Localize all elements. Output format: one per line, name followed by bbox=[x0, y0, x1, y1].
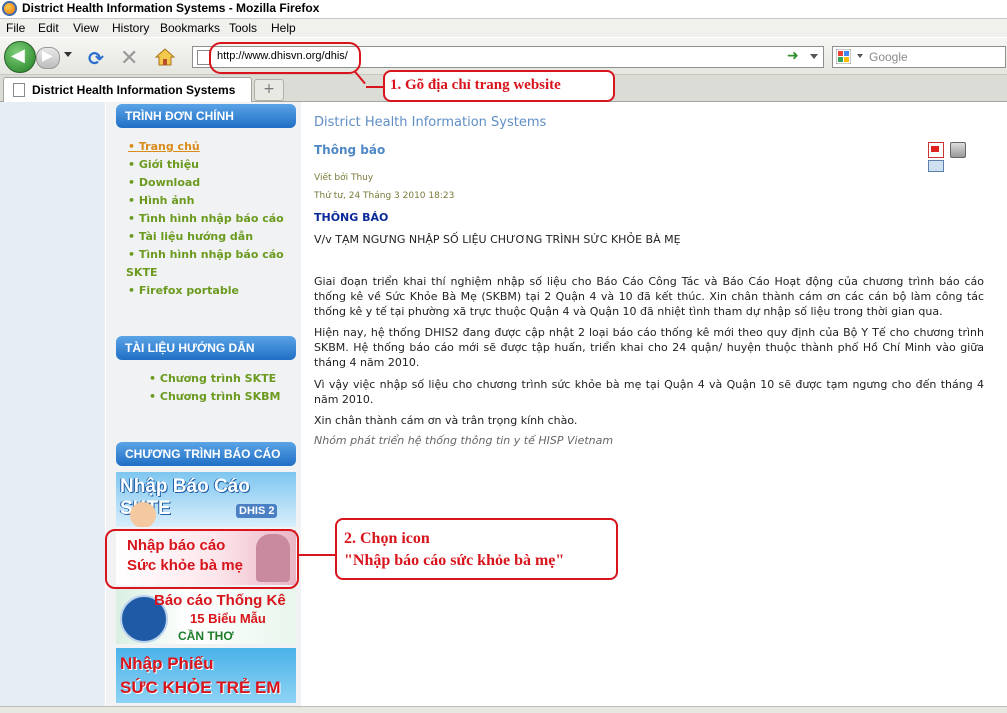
google-icon[interactable] bbox=[836, 49, 851, 64]
child-figure-icon bbox=[130, 502, 156, 527]
menu-item-report-status[interactable]: • Tình hình nhập báo cáo bbox=[128, 212, 284, 225]
forward-button[interactable]: ▶ bbox=[36, 47, 60, 69]
menu-view[interactable]: View bbox=[73, 21, 99, 35]
article-heading[interactable]: Thông báo bbox=[314, 143, 385, 157]
article-paragraph: Hiện nay, hệ thống DHIS2 đang được cập n… bbox=[314, 326, 984, 369]
menu-item-label[interactable]: Giới thiệu bbox=[139, 158, 199, 171]
url-dropdown-icon[interactable] bbox=[810, 54, 818, 59]
pdf-icon[interactable] bbox=[928, 142, 944, 158]
callout-connector bbox=[299, 554, 335, 556]
tab-title: District Health Information Systems bbox=[32, 83, 236, 97]
guide-item-skbm[interactable]: • Chương trình SKBM bbox=[149, 390, 280, 403]
menu-item-label[interactable]: Firefox portable bbox=[139, 284, 239, 297]
menu-bookmarks[interactable]: Bookmarks bbox=[160, 21, 220, 35]
menu-item-label[interactable]: Trang chủ bbox=[139, 140, 200, 153]
tab-dhis[interactable]: District Health Information Systems bbox=[3, 77, 252, 102]
main-menu-header: TRÌNH ĐƠN CHÍNH bbox=[116, 104, 296, 128]
menu-item-guides[interactable]: • Tài liệu hướng dẫn bbox=[128, 230, 253, 243]
menu-item-label[interactable]: Tài liệu hướng dẫn bbox=[139, 230, 253, 243]
menu-tools[interactable]: Tools bbox=[229, 21, 257, 35]
callout-step-1: 1. Gõ địa chỉ trang website bbox=[383, 70, 615, 102]
article-date: Thứ tư, 24 Tháng 3 2010 18:23 bbox=[314, 191, 455, 201]
menu-item-firefox-portable[interactable]: • Firefox portable bbox=[128, 284, 239, 297]
tab-page-icon bbox=[13, 83, 25, 97]
back-button[interactable]: ◀ bbox=[4, 41, 36, 73]
menu-item-label[interactable]: Tình hình nhập báo cáo bbox=[139, 248, 284, 261]
banner-child-health[interactable]: Nhập Phiếu SỨC KHỎE TRẺ EM bbox=[116, 648, 296, 703]
window-titlebar: District Health Information Systems - Mo… bbox=[0, 0, 1007, 19]
notice-subject: V/v TẠM NGƯNG NHẬP SỐ LIỆU CHƯƠNG TRÌNH … bbox=[314, 233, 681, 246]
menu-item-report-status-skte[interactable]: • Tình hình nhập báo cáo bbox=[128, 248, 284, 261]
banner-child-health-line2: SỨC KHỎE TRẺ EM bbox=[120, 678, 281, 697]
history-dropdown-icon[interactable] bbox=[64, 52, 72, 57]
programs-header: CHƯƠNG TRÌNH BÁO CÁO bbox=[116, 442, 296, 466]
window-title: District Health Information Systems - Mo… bbox=[22, 1, 320, 15]
guides-header: TÀI LIỆU HƯỚNG DẪN bbox=[116, 336, 296, 360]
menu-edit[interactable]: Edit bbox=[38, 21, 59, 35]
banner-skte[interactable]: Nhập Báo Cáo SKTE DHIS 2 bbox=[116, 472, 296, 527]
firefox-logo-icon bbox=[2, 1, 17, 16]
url-highlight-frame bbox=[209, 42, 361, 74]
menu-item-label[interactable]: Tình hình nhập báo cáo bbox=[139, 212, 284, 225]
back-arrow-icon: ◀ bbox=[11, 45, 25, 66]
banner-can-tho-line1: Báo cáo Thống Kê bbox=[154, 592, 286, 609]
article-paragraph: Xin chân thành cám ơn và trân trọng kính… bbox=[314, 414, 578, 427]
site-title: District Health Information Systems bbox=[314, 115, 547, 130]
menu-item-label[interactable]: Hình ảnh bbox=[139, 194, 195, 207]
menu-history[interactable]: History bbox=[112, 21, 149, 35]
guide-item-label[interactable]: Chương trình SKBM bbox=[160, 390, 281, 403]
forward-arrow-icon: ▶ bbox=[42, 48, 53, 64]
guide-item-skte[interactable]: • Chương trình SKTE bbox=[149, 372, 276, 385]
notice-title: THÔNG BÁO bbox=[314, 211, 389, 224]
banner-can-tho-line3: CẦN THƠ bbox=[178, 629, 234, 643]
page-viewport: TRÌNH ĐƠN CHÍNH • Trang chủ • Giới thiệu… bbox=[0, 102, 1007, 706]
banner-child-health-line1: Nhập Phiếu bbox=[120, 654, 214, 673]
article-paragraph: Giai đoạn triển khai thí nghiệm nhập số … bbox=[314, 275, 984, 318]
menu-file[interactable]: File bbox=[6, 21, 25, 35]
menu-item-home[interactable]: • Trang chủ bbox=[128, 140, 200, 153]
menu-bar: File Edit View History Bookmarks Tools H… bbox=[0, 19, 1007, 37]
menu-item-download[interactable]: • Download bbox=[128, 176, 200, 189]
callout-step-2-line1: 2. Chọn icon bbox=[344, 530, 430, 547]
article-paragraph: Vì vậy việc nhập số liệu cho chương trìn… bbox=[314, 378, 984, 406]
left-gutter bbox=[0, 102, 105, 706]
banner-can-tho[interactable]: Báo cáo Thống Kê 15 Biểu Mẫu CẦN THƠ bbox=[116, 589, 296, 644]
banner-highlight-frame bbox=[105, 529, 299, 589]
reload-icon[interactable]: ⟳ bbox=[88, 48, 104, 70]
article-signature: Nhóm phát triển hệ thống thông tin y tế … bbox=[314, 434, 614, 447]
print-icon[interactable] bbox=[950, 142, 966, 158]
search-engine-dropdown-icon[interactable] bbox=[857, 54, 863, 58]
menu-help[interactable]: Help bbox=[271, 21, 296, 35]
search-box[interactable]: Google bbox=[832, 46, 1006, 68]
email-icon[interactable] bbox=[928, 160, 944, 172]
search-placeholder[interactable]: Google bbox=[869, 50, 908, 64]
article-tools bbox=[928, 142, 986, 172]
stop-icon[interactable]: ✕ bbox=[120, 46, 138, 71]
menu-item-label[interactable]: Download bbox=[139, 176, 200, 189]
menu-item-images[interactable]: • Hình ảnh bbox=[128, 194, 194, 207]
callout-step-2-line2: "Nhập báo cáo sức khỏe bà mẹ" bbox=[344, 552, 565, 569]
menu-item-about[interactable]: • Giới thiệu bbox=[128, 158, 199, 171]
dhis2-badge: DHIS 2 bbox=[236, 504, 278, 518]
article-author: Viết bởi Thuy bbox=[314, 173, 374, 183]
new-tab-button[interactable]: + bbox=[254, 79, 284, 101]
banner-can-tho-line2: 15 Biểu Mẫu bbox=[190, 611, 266, 626]
menu-item-label-cont[interactable]: SKTE bbox=[126, 266, 157, 279]
home-icon[interactable] bbox=[155, 48, 175, 66]
callout-step-2: 2. Chọn icon "Nhập báo cáo sức khỏe bà m… bbox=[335, 518, 618, 580]
go-arrow-icon[interactable]: ➜ bbox=[787, 48, 799, 64]
callout-step-1-text: 1. Gõ địa chỉ trang website bbox=[390, 77, 561, 93]
guide-item-label[interactable]: Chương trình SKTE bbox=[160, 372, 276, 385]
